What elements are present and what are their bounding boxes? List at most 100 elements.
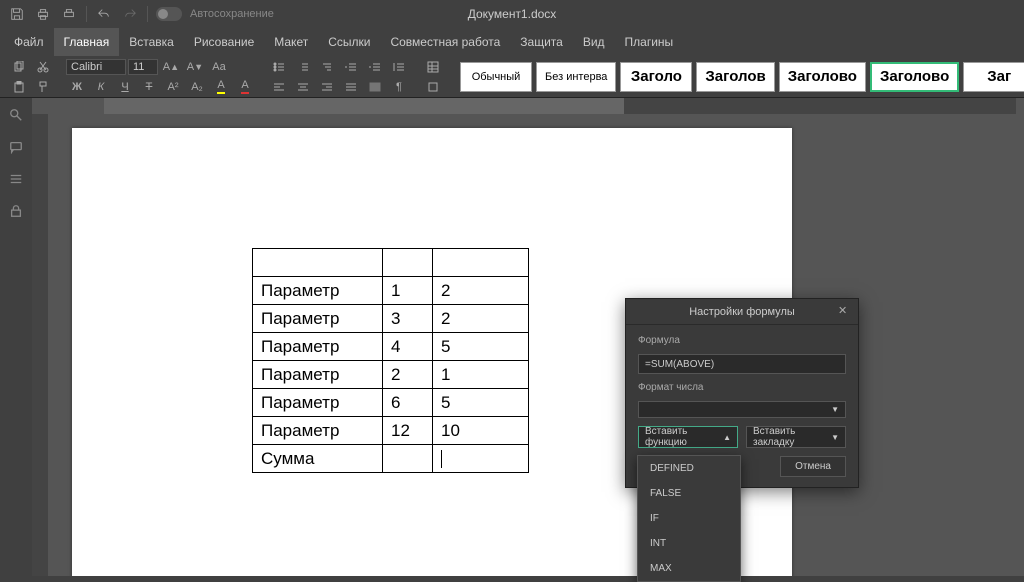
- style-6[interactable]: Заг: [963, 62, 1024, 92]
- shading-icon[interactable]: [364, 78, 386, 96]
- undo-icon[interactable]: [95, 5, 113, 23]
- table-cell[interactable]: Сумма: [253, 445, 383, 473]
- highlight-icon[interactable]: A: [210, 78, 232, 96]
- line-spacing-icon[interactable]: [388, 58, 410, 76]
- multilevel-icon[interactable]: [316, 58, 338, 76]
- cancel-button[interactable]: Отмена: [780, 456, 846, 477]
- close-icon[interactable]: ✕: [838, 304, 852, 318]
- insert-table-icon[interactable]: [422, 58, 444, 76]
- cut-icon[interactable]: [32, 58, 54, 76]
- table-cell[interactable]: Параметр: [253, 277, 383, 305]
- insert-shape-icon[interactable]: [422, 78, 444, 96]
- table-cell[interactable]: [433, 249, 529, 277]
- table-cell[interactable]: [433, 445, 529, 473]
- decrease-font-icon[interactable]: A▼: [184, 58, 206, 76]
- lock-icon[interactable]: [7, 202, 25, 220]
- style-3[interactable]: Заголов: [696, 62, 774, 92]
- table-cell[interactable]: 2: [433, 277, 529, 305]
- table-cell[interactable]: 10: [433, 417, 529, 445]
- redo-icon[interactable]: [121, 5, 139, 23]
- horizontal-ruler[interactable]: [32, 98, 1024, 114]
- menu-вид[interactable]: Вид: [573, 28, 615, 56]
- style-0[interactable]: Обычный: [460, 62, 532, 92]
- dropdown-item-max[interactable]: MAX: [638, 556, 740, 581]
- menu-макет[interactable]: Макет: [264, 28, 318, 56]
- table-cell[interactable]: 4: [383, 333, 433, 361]
- increase-font-icon[interactable]: A▲: [160, 58, 182, 76]
- formula-label: Формула: [638, 335, 846, 346]
- dropdown-item-defined[interactable]: DEFINED: [638, 456, 740, 481]
- headings-icon[interactable]: [7, 170, 25, 188]
- quickprint-icon[interactable]: [60, 5, 78, 23]
- menu-вставка[interactable]: Вставка: [119, 28, 184, 56]
- change-case-icon[interactable]: Aa: [208, 58, 230, 76]
- styles-gallery[interactable]: ОбычныйБез интерваЗаголоЗаголовЗаголовоЗ…: [460, 62, 1024, 92]
- paste-icon[interactable]: [8, 78, 30, 96]
- menu-плагины[interactable]: Плагины: [615, 28, 684, 56]
- table-cell[interactable]: Параметр: [253, 361, 383, 389]
- dropdown-item-int[interactable]: INT: [638, 531, 740, 556]
- style-4[interactable]: Заголово: [779, 62, 866, 92]
- font-name-select[interactable]: [66, 59, 126, 75]
- style-1[interactable]: Без интерва: [536, 62, 616, 92]
- search-icon[interactable]: [7, 106, 25, 124]
- comments-icon[interactable]: [7, 138, 25, 156]
- superscript-icon[interactable]: A²: [162, 78, 184, 96]
- table-cell[interactable]: [383, 445, 433, 473]
- font-size-select[interactable]: [128, 59, 158, 75]
- italic-icon[interactable]: К: [90, 78, 112, 96]
- table-cell[interactable]: 12: [383, 417, 433, 445]
- table-cell[interactable]: 2: [383, 361, 433, 389]
- font-color-icon[interactable]: A: [234, 78, 256, 96]
- subscript-icon[interactable]: A₂: [186, 78, 208, 96]
- table-cell[interactable]: 1: [433, 361, 529, 389]
- justify-icon[interactable]: [340, 78, 362, 96]
- insert-function-select[interactable]: Вставить функцию▲: [638, 426, 738, 448]
- number-format-select[interactable]: ▼: [638, 401, 846, 418]
- dropdown-item-false[interactable]: FALSE: [638, 481, 740, 506]
- table-cell[interactable]: [253, 249, 383, 277]
- insert-bookmark-select[interactable]: Вставить закладку▼: [746, 426, 846, 448]
- pilcrow-icon[interactable]: ¶: [388, 78, 410, 96]
- style-5[interactable]: Заголово: [870, 62, 959, 92]
- table-cell[interactable]: 6: [383, 389, 433, 417]
- dropdown-item-if[interactable]: IF: [638, 506, 740, 531]
- style-2[interactable]: Заголо: [620, 62, 692, 92]
- align-right-icon[interactable]: [316, 78, 338, 96]
- table-cell[interactable]: Параметр: [253, 305, 383, 333]
- table-cell[interactable]: [383, 249, 433, 277]
- document-table[interactable]: Параметр12Параметр32Параметр45Параметр21…: [252, 248, 529, 473]
- table-cell[interactable]: 1: [383, 277, 433, 305]
- menu-совместная работа[interactable]: Совместная работа: [380, 28, 510, 56]
- autosave-toggle[interactable]: [156, 7, 182, 21]
- table-cell[interactable]: Параметр: [253, 389, 383, 417]
- align-left-icon[interactable]: [268, 78, 290, 96]
- menu-файл[interactable]: Файл: [4, 28, 54, 56]
- table-cell[interactable]: Параметр: [253, 417, 383, 445]
- dec-indent-icon[interactable]: [340, 58, 362, 76]
- vertical-ruler[interactable]: [32, 114, 48, 576]
- strike-icon[interactable]: T: [138, 78, 160, 96]
- table-cell[interactable]: 5: [433, 389, 529, 417]
- align-center-icon[interactable]: [292, 78, 314, 96]
- table-cell[interactable]: Параметр: [253, 333, 383, 361]
- menu-защита[interactable]: Защита: [510, 28, 573, 56]
- table-cell[interactable]: 3: [383, 305, 433, 333]
- bullets-icon[interactable]: [268, 58, 290, 76]
- save-icon[interactable]: [8, 5, 26, 23]
- dialog-title-text: Настройки формулы: [689, 306, 795, 318]
- table-cell[interactable]: 2: [433, 305, 529, 333]
- inc-indent-icon[interactable]: [364, 58, 386, 76]
- bold-icon[interactable]: Ж: [66, 78, 88, 96]
- format-painter-icon[interactable]: [32, 78, 54, 96]
- copy-icon[interactable]: [8, 58, 30, 76]
- print-icon[interactable]: [34, 5, 52, 23]
- table-cell[interactable]: 5: [433, 333, 529, 361]
- underline-icon[interactable]: Ч: [114, 78, 136, 96]
- menu-главная[interactable]: Главная: [54, 28, 120, 56]
- numbering-icon[interactable]: [292, 58, 314, 76]
- menu-рисование[interactable]: Рисование: [184, 28, 264, 56]
- insert-bookmark-label: Вставить закладку: [753, 426, 831, 448]
- formula-input[interactable]: [638, 354, 846, 374]
- menu-ссылки[interactable]: Ссылки: [318, 28, 380, 56]
